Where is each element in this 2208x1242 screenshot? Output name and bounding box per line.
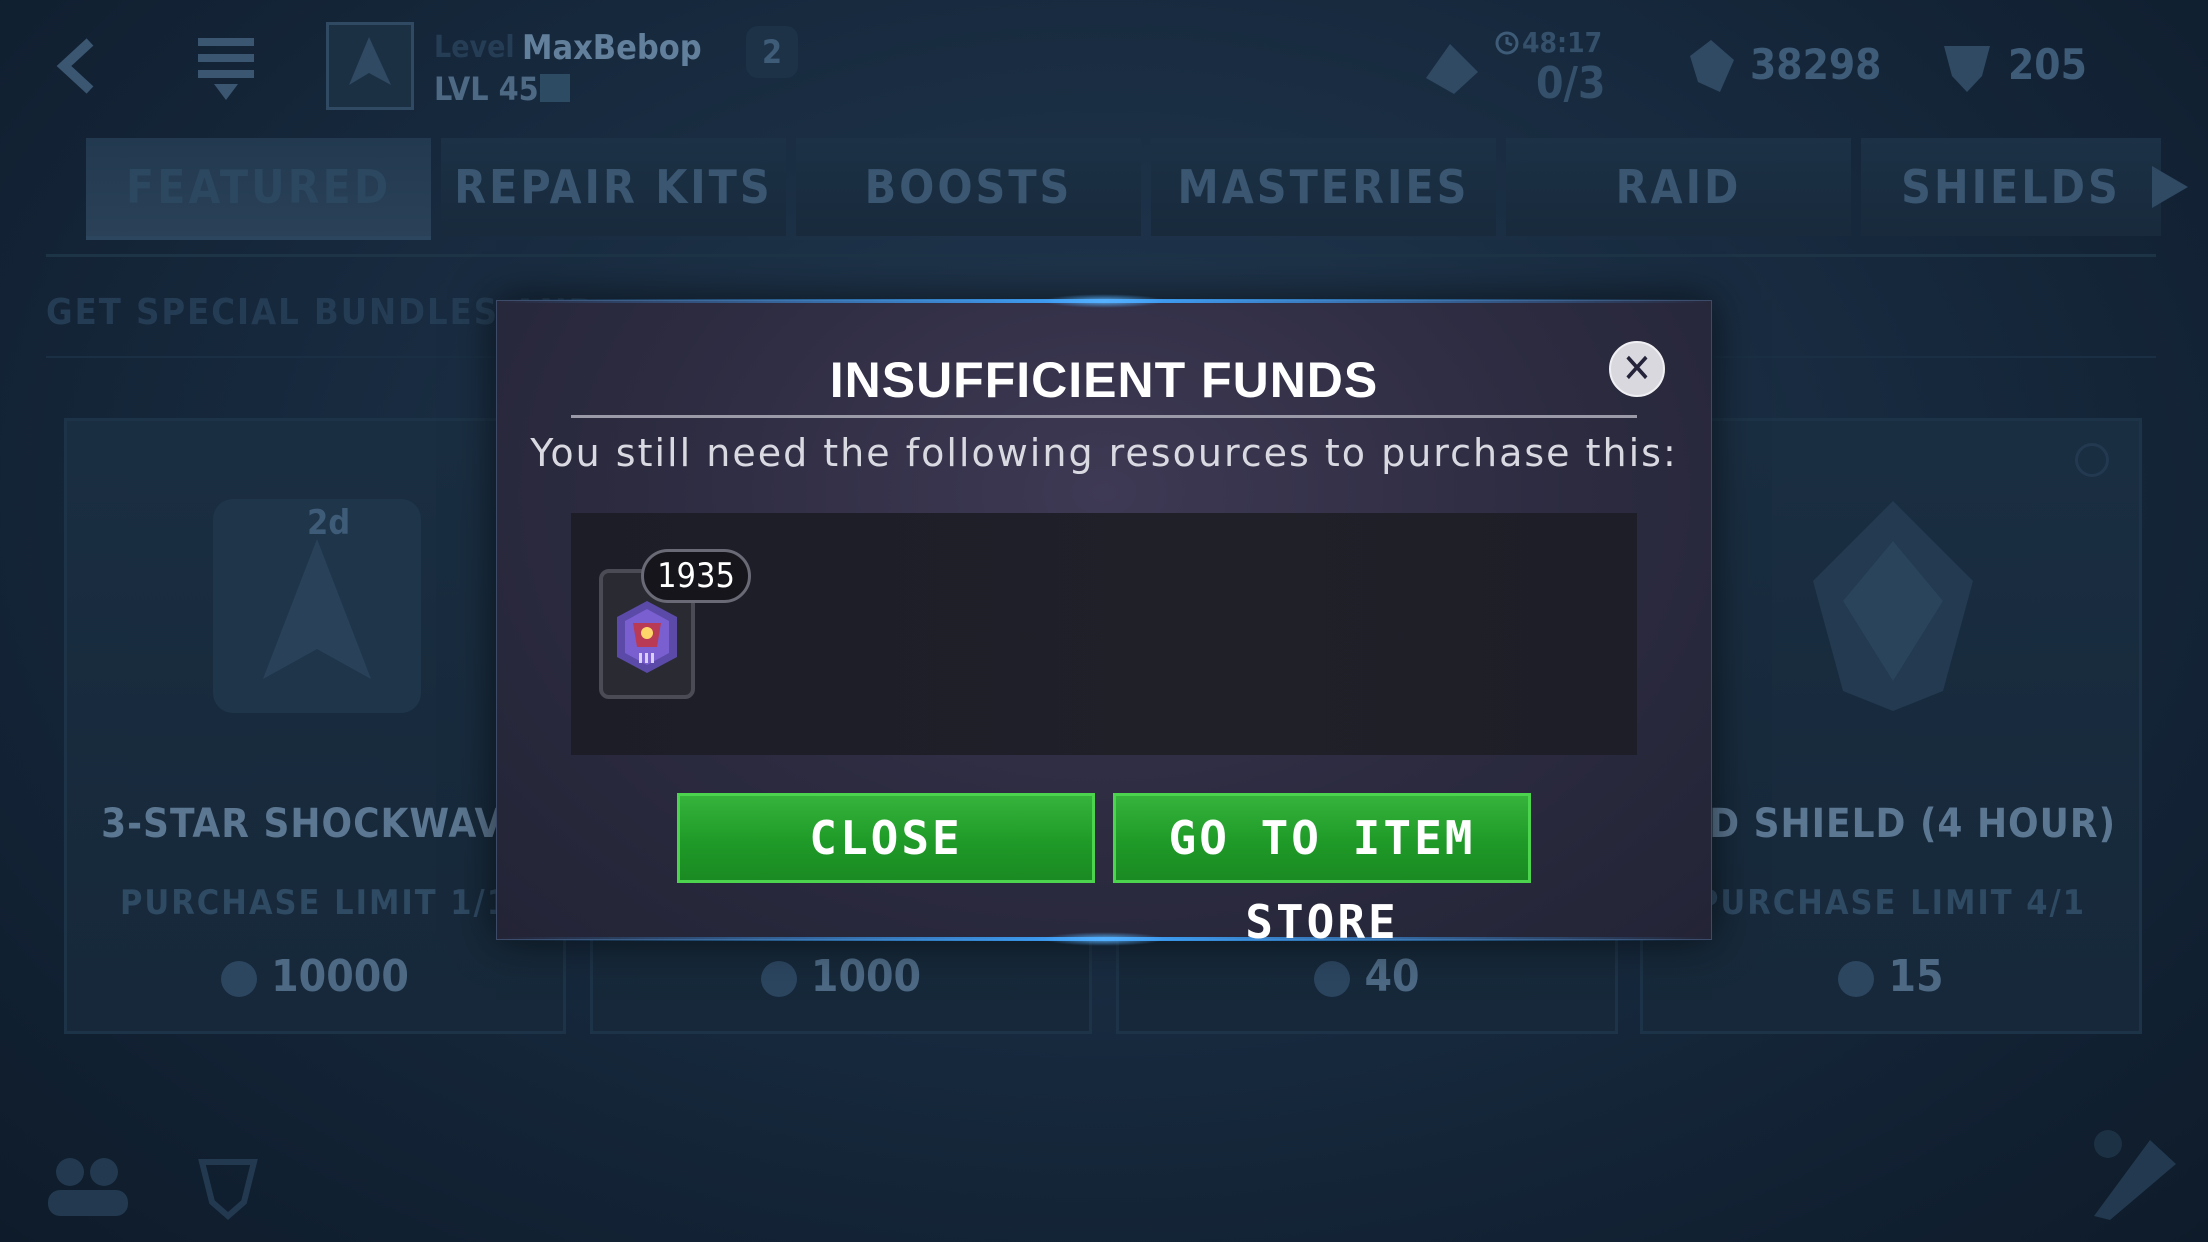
dialog-message: You still need the following resources t…	[530, 431, 1678, 475]
tabs-divider	[46, 254, 2156, 257]
coin-icon	[760, 961, 797, 997]
tab-featured[interactable]: FEATURED	[86, 138, 431, 240]
notification-badge[interactable]: 2	[746, 26, 798, 78]
autobot-shard-icon	[1944, 46, 1990, 92]
energy-widget[interactable]: 48:17 0/3	[1420, 22, 1620, 109]
card-price-value: 10000	[271, 951, 409, 1002]
player-level: LVL 45	[434, 70, 539, 108]
modal-bottom-glow	[497, 932, 1711, 946]
card-limit: PURCHASE LIMIT 4/1	[1695, 883, 2087, 923]
card-limit: PURCHASE LIMIT 1/1	[119, 883, 511, 923]
store-card-shockwave[interactable]: 2d 3-STAR SHOCKWAVE PURCHASE LIMIT 1/1 1…	[64, 418, 566, 1034]
title-divider	[571, 415, 1637, 418]
level-badge	[540, 74, 570, 102]
currency-2[interactable]: 205	[1940, 36, 2140, 96]
tab-repair-kits[interactable]: REPAIR KITS	[441, 138, 786, 236]
tab-raid[interactable]: RAID	[1506, 138, 1851, 236]
resource-amount: 1935	[641, 549, 751, 603]
card-timer: 2d	[307, 503, 351, 543]
menu-icon	[198, 38, 254, 100]
menu-button[interactable]	[196, 34, 256, 104]
modal-top-glow	[497, 294, 1711, 308]
avatar-robot-icon	[349, 37, 391, 85]
shard-icon	[1838, 961, 1875, 997]
tab-masteries[interactable]: MASTERIES	[1151, 138, 1496, 236]
alliance-icon[interactable]	[196, 1152, 260, 1220]
coin-icon	[221, 961, 258, 997]
tabs-scroll-right-icon[interactable]	[2148, 162, 2192, 212]
shard-icon	[1314, 961, 1351, 997]
clock-icon	[1495, 31, 1519, 55]
back-arrow-icon	[56, 38, 94, 94]
card-title: AID SHIELD (4 HOUR)	[1665, 801, 2117, 847]
energy-icon	[1426, 44, 1478, 94]
tab-boosts[interactable]: BOOSTS	[796, 138, 1141, 236]
energy-timer: 48:17	[1522, 26, 1603, 59]
currency-1-value: 38298	[1750, 40, 1882, 89]
energy-count: 0/3	[1536, 58, 1606, 109]
raid-shield-icon	[1813, 501, 1973, 711]
player-name: MaxBebop	[522, 28, 702, 68]
back-button[interactable]	[52, 36, 102, 96]
card-price-value: 1000	[810, 951, 922, 1002]
card-title: 3-STAR SHOCKWAVE	[101, 801, 529, 847]
avatar[interactable]	[326, 22, 414, 110]
tab-label: SHIELDS	[1901, 160, 2121, 214]
tab-label: MASTERIES	[1177, 160, 1470, 214]
card-price: 10000	[67, 951, 563, 1002]
notification-count: 2	[761, 33, 783, 71]
close-button[interactable]: CLOSE	[677, 793, 1095, 883]
tab-label: RAID	[1615, 160, 1742, 214]
tab-label: BOOSTS	[864, 160, 1073, 214]
dialog-close-x-button[interactable]: ✕	[1609, 341, 1665, 397]
insufficient-funds-dialog: INSUFFICIENT FUNDS ✕ You still need the …	[496, 294, 1712, 949]
tab-label: FEATURED	[125, 160, 392, 214]
friends-icon[interactable]	[40, 1150, 136, 1220]
battle-icon[interactable]	[2080, 1120, 2190, 1230]
currency-2-value: 205	[2008, 40, 2087, 89]
card-price: 15	[1643, 951, 2139, 1002]
player-prefix: Level	[434, 30, 515, 65]
close-icon: ✕	[1621, 346, 1653, 392]
card-price-value: 15	[1888, 951, 1944, 1002]
currency-1[interactable]: 38298	[1684, 36, 1884, 96]
tab-label: REPAIR KITS	[454, 160, 773, 214]
tab-shields[interactable]: SHIELDS	[1861, 138, 2161, 236]
info-icon[interactable]	[2075, 443, 2109, 477]
go-to-item-store-button[interactable]: GO TO ITEM STORE	[1113, 793, 1531, 949]
dialog-title: INSUFFICIENT FUNDS	[829, 352, 1379, 408]
store-card-raid-shield[interactable]: AID SHIELD (4 HOUR) PURCHASE LIMIT 4/1 1…	[1640, 418, 2142, 1034]
card-price: 1000	[593, 951, 1089, 1002]
energon-icon	[1690, 40, 1734, 92]
missing-resources-panel: 1935	[571, 513, 1637, 755]
